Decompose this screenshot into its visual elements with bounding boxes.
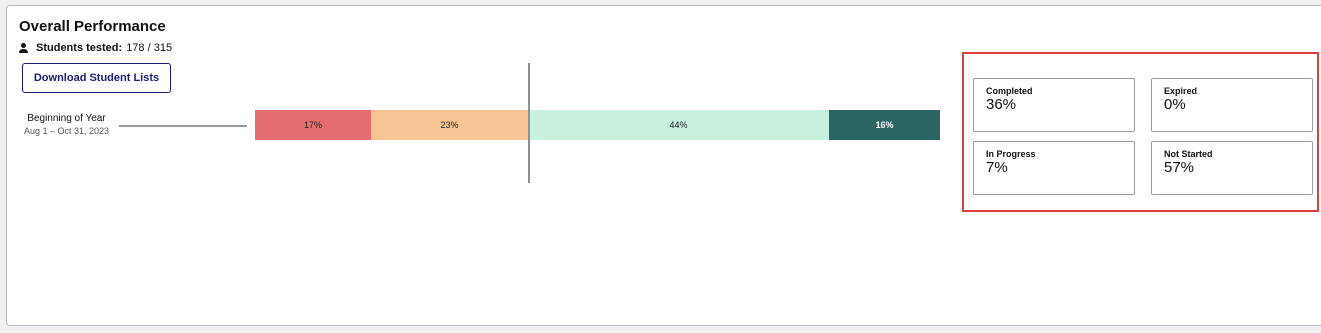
bar-segment-1[interactable]: 17%	[255, 110, 371, 140]
students-tested-label: Students tested:	[36, 42, 123, 54]
benchmark-line	[528, 63, 530, 183]
completed-label: Completed	[986, 86, 1033, 96]
period-connector-line	[119, 125, 247, 127]
bar-segment-4[interactable]: 16%	[829, 110, 940, 140]
completed-value: 36%	[986, 96, 1017, 113]
not-started-stat: Not Started 57%	[1151, 141, 1313, 195]
in-progress-stat: In Progress 7%	[973, 141, 1135, 195]
expired-value: 0%	[1164, 96, 1186, 113]
students-tested-value: 178 / 315	[126, 42, 173, 54]
period-name: Beginning of Year	[27, 113, 106, 124]
period-range: Aug 1 – Oct 31, 2023	[23, 126, 110, 136]
person-icon	[19, 43, 28, 53]
in-progress-label: In Progress	[986, 149, 1036, 159]
not-started-label: Not Started	[1164, 149, 1213, 159]
bar-segment-2[interactable]: 23%	[371, 110, 528, 140]
period-label: Beginning of Year Aug 1 – Oct 31, 2023	[18, 112, 115, 138]
completed-stat: Completed 36%	[973, 78, 1135, 132]
expired-label: Expired	[1164, 86, 1198, 96]
students-tested: Students tested: 178 / 315	[19, 42, 172, 54]
download-student-lists-button[interactable]: Download Student Lists	[22, 63, 171, 93]
not-started-value: 57%	[1164, 159, 1195, 176]
performance-bar: 17% 23% 44% 16%	[255, 110, 940, 140]
expired-stat: Expired 0%	[1151, 78, 1313, 132]
in-progress-value: 7%	[986, 159, 1008, 176]
page-title: Overall Performance	[19, 18, 166, 35]
bar-segment-3[interactable]: 44%	[528, 110, 829, 140]
